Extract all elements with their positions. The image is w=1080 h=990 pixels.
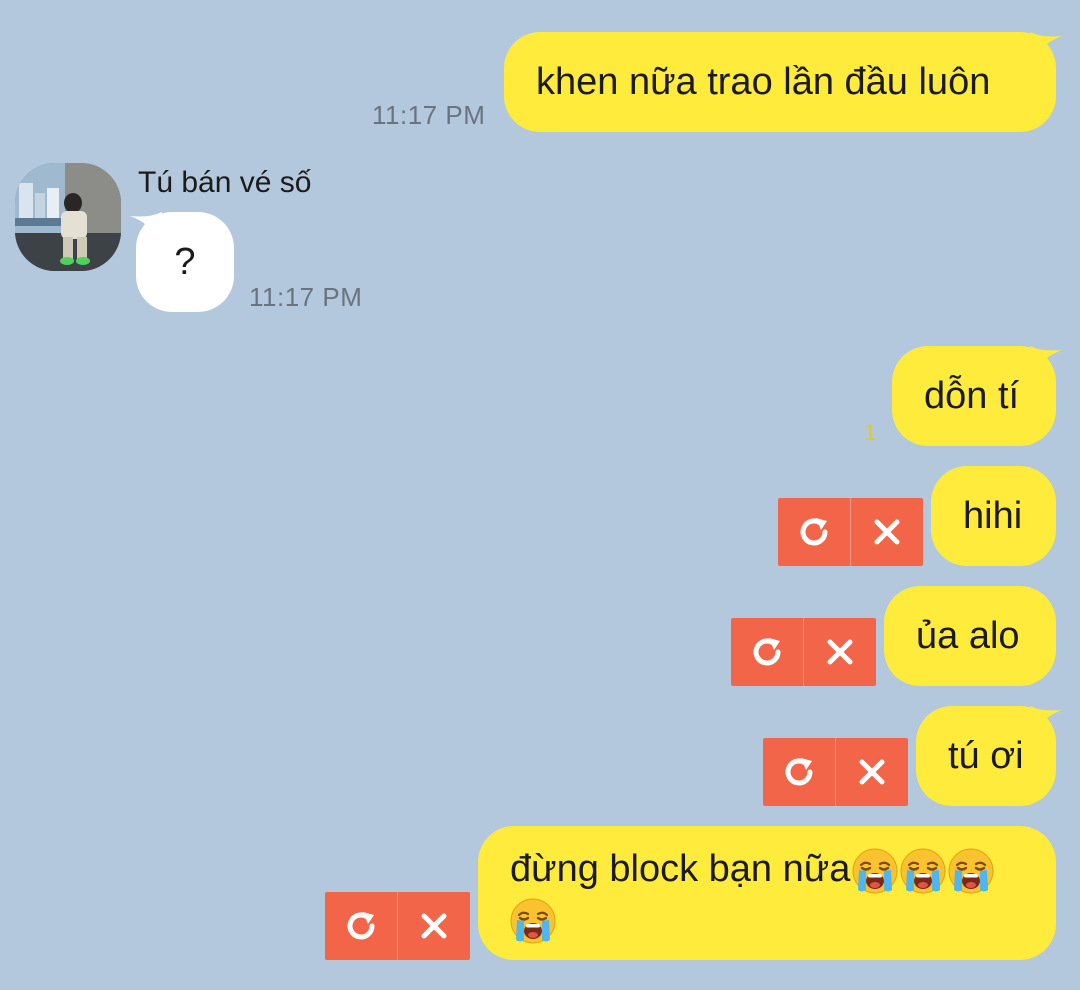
delete-button[interactable]: [803, 618, 876, 686]
message-bubble-outgoing[interactable]: đừng block bạn nữa: [478, 826, 1056, 960]
close-icon: [852, 752, 892, 792]
close-icon: [820, 632, 860, 672]
bubble-tail: [1030, 346, 1062, 376]
message-time: 11:17 PM: [372, 100, 486, 130]
failed-message-actions: [731, 618, 876, 686]
close-icon: [867, 512, 907, 552]
message-time: 11:17 PM: [249, 282, 363, 312]
message-text: ?: [174, 241, 196, 283]
delete-button[interactable]: [850, 498, 923, 566]
message-text: dỗn tí: [924, 375, 1020, 417]
failed-message-actions: [763, 738, 908, 806]
message-bubble-outgoing[interactable]: hihi: [931, 466, 1056, 566]
close-icon: [414, 906, 454, 946]
loudly-crying-face-icon: [852, 848, 898, 894]
failed-message-actions: [778, 498, 923, 566]
failed-message-actions: [325, 892, 470, 960]
unread-count: 1: [864, 420, 877, 445]
message-bubble-incoming[interactable]: ?: [136, 212, 234, 312]
message-text: khen nữa trao lần đầu luôn: [536, 61, 991, 103]
avatar[interactable]: [15, 163, 121, 271]
message-text: ủa alo: [916, 615, 1020, 657]
chat-area: 11:17 PM khen nữa trao lần đầu luôn Tú b…: [0, 0, 1080, 990]
message-text: tú ơi: [948, 735, 1024, 777]
resend-icon: [779, 752, 819, 792]
message-text: hihi: [963, 495, 1023, 537]
resend-icon: [747, 632, 787, 672]
resend-button[interactable]: [763, 738, 835, 806]
bubble-tail: [1030, 706, 1062, 736]
message-text: đừng block bạn nữa: [510, 848, 851, 890]
resend-icon: [341, 906, 381, 946]
resend-button[interactable]: [325, 892, 397, 960]
message-bubble-outgoing[interactable]: ủa alo: [884, 586, 1056, 686]
resend-button[interactable]: [731, 618, 803, 686]
avatar-photo: [15, 163, 121, 271]
delete-button[interactable]: [397, 892, 470, 960]
message-bubble-outgoing[interactable]: khen nữa trao lần đầu luôn: [504, 32, 1056, 132]
resend-button[interactable]: [778, 498, 850, 566]
resend-icon: [794, 512, 834, 552]
loudly-crying-face-icon: [900, 848, 946, 894]
sender-name: Tú bán vé số: [138, 166, 312, 199]
loudly-crying-face-icon: [510, 898, 556, 944]
loudly-crying-face-icon: [948, 848, 994, 894]
bubble-tail: [1030, 32, 1062, 62]
delete-button[interactable]: [835, 738, 908, 806]
